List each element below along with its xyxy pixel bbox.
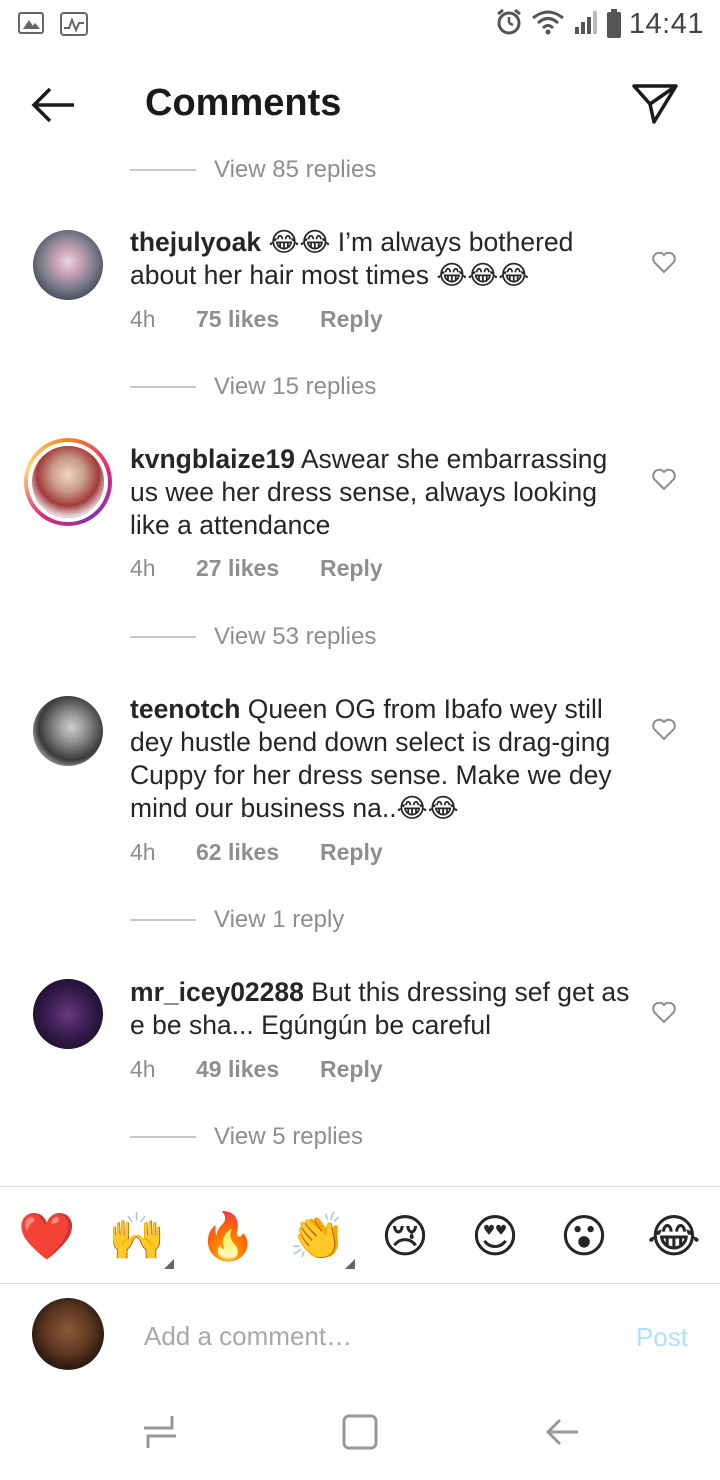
comment-likes[interactable]: 49 likes — [196, 1056, 320, 1083]
alarm-icon — [495, 8, 523, 41]
view-replies-label: View 1 reply — [214, 906, 345, 933]
comment-input[interactable] — [144, 1314, 604, 1358]
divider-line — [130, 169, 196, 171]
avatar[interactable] — [33, 979, 103, 1049]
emoji-reaction-bar: ❤️ 🙌 🔥 👏 😢 😍 😮 😂 — [0, 1186, 720, 1284]
page-title: Comments — [145, 82, 342, 124]
reply-button[interactable]: Reply — [320, 839, 383, 866]
heart-icon[interactable] — [651, 249, 677, 275]
view-replies-button[interactable]: View 15 replies — [130, 367, 376, 407]
recent-apps-icon — [144, 1416, 176, 1448]
share-button[interactable] — [630, 78, 684, 132]
comment-time: 4h — [130, 555, 156, 581]
back-nav-icon — [545, 1418, 578, 1446]
clapping-hands-emoji[interactable]: 👏 — [289, 1209, 355, 1269]
back-nav-button[interactable] — [540, 1410, 584, 1454]
skin-tone-indicator-icon — [345, 1259, 355, 1269]
heart-icon[interactable] — [651, 466, 677, 492]
comment-text: kvngblaize19 Aswear she embarrassing us … — [130, 443, 630, 542]
divider-line — [130, 919, 196, 921]
comment-time: 4h — [130, 1056, 156, 1082]
view-replies-button[interactable]: View 5 replies — [130, 1117, 363, 1157]
comment-text: mr_icey02288 But this dressing sef get a… — [130, 976, 630, 1042]
back-button[interactable] — [28, 80, 84, 130]
battery-icon — [606, 8, 621, 38]
activity-icon — [60, 12, 88, 41]
status-bar: 14:41 — [0, 0, 720, 50]
gallery-icon — [18, 12, 44, 34]
home-button[interactable] — [338, 1410, 382, 1454]
avatar[interactable] — [33, 230, 103, 300]
crying-face-emoji[interactable]: 😢 — [378, 1209, 432, 1263]
comment-username[interactable]: teenotch — [130, 694, 240, 724]
comment-meta: 4h 75 likes Reply — [130, 306, 383, 333]
comment-username[interactable]: mr_icey02288 — [130, 977, 304, 1007]
comment-meta: 4h 49 likes Reply — [130, 1056, 383, 1083]
home-icon — [342, 1414, 378, 1450]
header: Comments — [0, 60, 720, 148]
view-replies-button[interactable]: View 85 replies — [130, 150, 376, 190]
comment-username[interactable]: thejulyoak — [130, 227, 261, 257]
comment-time: 4h — [130, 306, 156, 332]
comment-time: 4h — [130, 839, 156, 865]
view-replies-label: View 15 replies — [214, 373, 377, 400]
view-replies-label: View 53 replies — [214, 623, 377, 650]
avatar-story[interactable] — [24, 438, 112, 526]
divider-line — [130, 1136, 196, 1138]
tears-of-joy-emoji[interactable]: 😂 — [647, 1209, 701, 1263]
heart-icon[interactable] — [651, 716, 677, 742]
comments-list[interactable]: View 85 replies thejulyoak 😂😂 I’m always… — [0, 150, 720, 1186]
heart-icon[interactable] — [651, 999, 677, 1025]
signal-icon — [573, 9, 599, 40]
comment-likes[interactable]: 62 likes — [196, 839, 320, 866]
comment-text: thejulyoak 😂😂 I’m always bothered about … — [130, 226, 630, 292]
heart-eyes-emoji[interactable]: 😍 — [468, 1209, 522, 1263]
reply-button[interactable]: Reply — [320, 555, 383, 582]
comment-text: teenotch Queen OG from Ibafo wey still d… — [130, 693, 630, 825]
raising-hands-emoji[interactable]: 🙌 — [108, 1209, 174, 1269]
paper-plane-icon — [632, 84, 678, 124]
comment-username[interactable]: kvngblaize19 — [130, 444, 295, 474]
post-button[interactable]: Post — [636, 1322, 688, 1353]
heart-emoji[interactable]: ❤️ — [18, 1209, 75, 1263]
view-replies-button[interactable]: View 1 reply — [130, 900, 344, 940]
reply-button[interactable]: Reply — [320, 1056, 383, 1083]
view-replies-label: View 85 replies — [214, 156, 377, 183]
skin-tone-indicator-icon — [164, 1259, 174, 1269]
divider-line — [130, 636, 196, 638]
comment-likes[interactable]: 75 likes — [196, 306, 320, 333]
fire-emoji[interactable]: 🔥 — [199, 1209, 256, 1263]
view-replies-label: View 5 replies — [214, 1123, 363, 1150]
emoji-glyph: 👏 — [289, 1210, 347, 1262]
reply-button[interactable]: Reply — [320, 306, 383, 333]
view-replies-button[interactable]: View 53 replies — [130, 617, 376, 657]
comment-composer: Post — [0, 1284, 720, 1384]
wifi-icon — [531, 9, 565, 40]
emoji-glyph: 🙌 — [108, 1210, 166, 1262]
comment-meta: 4h 27 likes Reply — [130, 555, 383, 582]
comment-likes[interactable]: 27 likes — [196, 555, 320, 582]
navigation-bar — [0, 1384, 720, 1480]
comment-meta: 4h 62 likes Reply — [130, 839, 383, 866]
surprised-face-emoji[interactable]: 😮 — [557, 1209, 611, 1263]
my-avatar — [32, 1298, 104, 1370]
arrow-left-icon — [31, 87, 74, 123]
recent-apps-button[interactable] — [138, 1410, 182, 1454]
divider-line — [130, 386, 196, 388]
status-time: 14:41 — [628, 8, 704, 40]
avatar[interactable] — [33, 696, 103, 766]
